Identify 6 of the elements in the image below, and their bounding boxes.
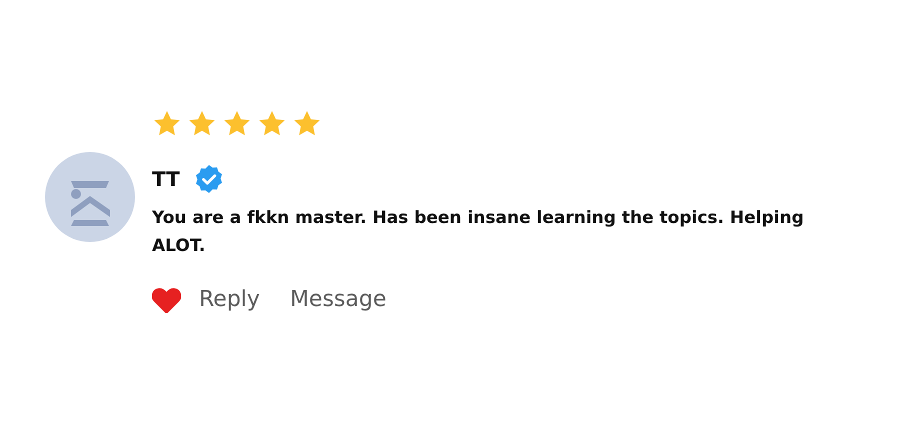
author-name: TT bbox=[152, 166, 180, 193]
heart-icon[interactable] bbox=[152, 288, 181, 312]
review-text: You are a fkkn master. Has been insane learning the topics. Helping ALOT. bbox=[152, 207, 805, 258]
message-link[interactable]: Message bbox=[290, 286, 386, 314]
avatar-icon bbox=[45, 152, 135, 242]
reply-link[interactable]: Reply bbox=[199, 286, 260, 314]
